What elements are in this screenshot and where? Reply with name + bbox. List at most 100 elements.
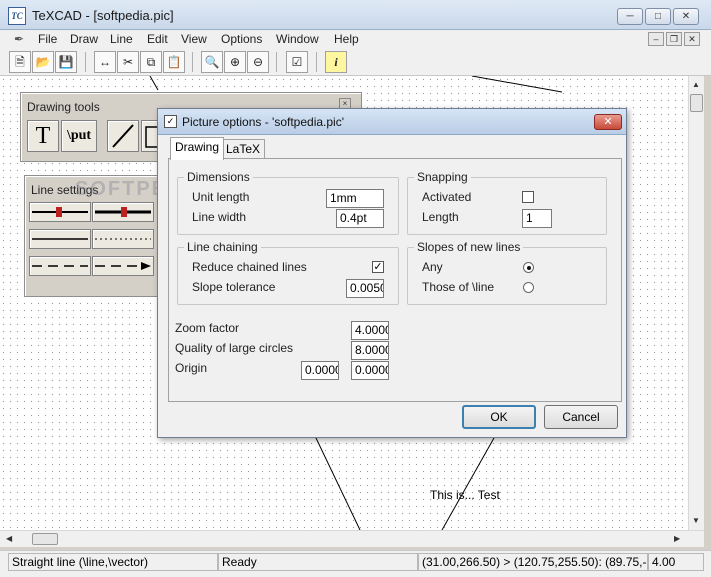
scroll-right-icon[interactable]: ▶ [674, 534, 680, 543]
text-tool-button[interactable]: T [27, 120, 59, 152]
menu-edit[interactable]: Edit [147, 31, 168, 47]
solid-line-icon [32, 238, 88, 240]
canvas-line[interactable] [441, 437, 495, 530]
status-zoom: 4.00 [648, 553, 704, 571]
window-title: TeXCAD - [softpedia.pic] [32, 8, 174, 23]
zoom-factor-input[interactable]: 4.0000 [351, 321, 389, 340]
canvas-line[interactable] [315, 437, 361, 530]
minimize-button[interactable]: ─ [617, 8, 643, 25]
cut-line-icon: ↔ [99, 55, 111, 69]
close-icon: × [342, 99, 348, 108]
open-file-button[interactable]: 📂 [32, 51, 54, 73]
save-file-button[interactable]: 💾 [55, 51, 77, 73]
menu-options[interactable]: Options [221, 31, 262, 47]
close-icon: ✕ [681, 11, 691, 22]
info-button[interactable]: i [325, 51, 347, 73]
snapping-activated-checkbox[interactable] [522, 191, 534, 203]
mdi-close-button[interactable]: ✕ [684, 32, 700, 46]
toolbar-separator [85, 52, 86, 72]
cut-line-button[interactable]: ↔ [94, 51, 116, 73]
document-system-icon[interactable]: ✒ [14, 31, 30, 47]
thick-line-style-button[interactable] [29, 202, 91, 222]
reduce-chained-lines-checkbox[interactable]: ✓ [372, 261, 384, 273]
maximize-icon: □ [654, 11, 662, 22]
copy-button[interactable]: ⧉ [140, 51, 162, 73]
dialog-check-icon: ✓ [164, 115, 177, 128]
dialog-title-bar[interactable]: ✓ Picture options - 'softpedia.pic' ✕ [158, 109, 626, 135]
status-mode: Straight line (\line,\vector) [8, 553, 218, 571]
line-width-input[interactable]: 0.4pt [336, 209, 384, 228]
line-tool-button[interactable] [107, 120, 139, 152]
paste-button[interactable]: 📋 [163, 51, 185, 73]
thin-line-style-button[interactable] [92, 202, 154, 222]
maximize-button[interactable]: □ [645, 8, 671, 25]
status-bar: Straight line (\line,\vector) Ready (31.… [0, 550, 711, 577]
horizontal-scrollbar[interactable]: ◀ ▶ [0, 530, 704, 547]
cut-button[interactable]: ✂ [117, 51, 139, 73]
scissors-icon: ✂ [122, 55, 134, 69]
scroll-left-icon[interactable]: ◀ [6, 534, 12, 543]
picture-options-dialog[interactable]: ✓ Picture options - 'softpedia.pic' ✕ Dr… [157, 108, 627, 438]
line-chaining-group: Line chaining Reduce chained lines ✓ Slo… [177, 240, 399, 305]
dialog-close-button[interactable]: ✕ [594, 114, 622, 130]
dotted-line-icon [95, 238, 151, 240]
thick-line-icon [32, 207, 88, 217]
zoom-out-button[interactable]: ⊖ [247, 51, 269, 73]
tab-drawing[interactable]: Drawing [170, 137, 225, 160]
slope-line-radio[interactable] [523, 282, 534, 293]
origin-y-input[interactable]: 0.0000 [351, 361, 389, 380]
circle-quality-input[interactable]: 8.0000 [351, 341, 389, 360]
unit-length-input[interactable]: 1mm [326, 189, 384, 208]
canvas-line[interactable] [149, 76, 159, 91]
ok-button[interactable]: OK [462, 405, 536, 429]
horizontal-scroll-thumb[interactable] [32, 533, 58, 545]
zoom-in-button[interactable]: ⊕ [224, 51, 246, 73]
menu-draw[interactable]: Draw [70, 31, 98, 47]
dialog-title: Picture options - 'softpedia.pic' [182, 115, 344, 129]
vertical-scroll-thumb[interactable] [690, 94, 703, 112]
snapping-group: Snapping Activated Length 1 [407, 170, 607, 235]
scroll-down-icon[interactable]: ▼ [692, 516, 700, 525]
open-folder-icon: 📂 [35, 55, 51, 69]
cancel-button[interactable]: Cancel [544, 405, 618, 429]
texcad-app-icon[interactable]: TC [8, 7, 26, 25]
dimensions-group: Dimensions Unit length 1mm Line width 0.… [177, 170, 399, 235]
mdi-restore-button[interactable]: ❐ [666, 32, 682, 46]
scroll-up-icon[interactable]: ▲ [692, 80, 700, 89]
dashed-line-icon [32, 265, 88, 267]
zoom-factor-label: Zoom factor [175, 321, 240, 335]
toolbar-separator [192, 52, 193, 72]
slope-line-label: Those of \line [422, 280, 495, 294]
status-state: Ready [218, 553, 418, 571]
origin-label: Origin [175, 361, 208, 375]
minimize-icon: ─ [626, 11, 634, 22]
mdi-minimize-button[interactable]: – [648, 32, 664, 46]
menu-file[interactable]: File [38, 31, 57, 47]
vector-line-style-button[interactable] [92, 256, 154, 276]
tab-latex[interactable]: LaTeX [221, 139, 266, 159]
menu-line[interactable]: Line [110, 31, 133, 47]
new-file-button[interactable]: 🗎 [9, 51, 31, 73]
zoom-preview-icon: 🔍 [204, 55, 220, 69]
canvas-line[interactable] [471, 76, 563, 93]
solid-line-style-button[interactable] [29, 229, 91, 249]
slope-tolerance-input[interactable]: 0.0050 [346, 279, 384, 298]
menu-help[interactable]: Help [334, 31, 359, 47]
menu-window[interactable]: Window [276, 31, 319, 47]
dashed-line-style-button[interactable] [29, 256, 91, 276]
slopes-group: Slopes of new lines Any Those of \line [407, 240, 607, 305]
origin-x-input[interactable]: 0.0000 [301, 361, 339, 380]
properties-button[interactable]: ☑ [286, 51, 308, 73]
vertical-scrollbar[interactable]: ▲ ▼ [688, 76, 704, 530]
canvas-text-object[interactable]: This is... Test [430, 488, 500, 502]
unit-length-label: Unit length [192, 190, 250, 204]
slope-any-radio[interactable] [523, 262, 534, 273]
menu-view[interactable]: View [181, 31, 207, 47]
put-tool-button[interactable]: \put [61, 120, 97, 152]
snapping-title: Snapping [414, 170, 471, 184]
close-window-button[interactable]: ✕ [673, 8, 699, 25]
snapping-length-input[interactable]: 1 [522, 209, 552, 228]
zoom-out-icon: ⊖ [252, 55, 264, 69]
zoom-preview-button[interactable]: 🔍 [201, 51, 223, 73]
dotted-line-style-button[interactable] [92, 229, 154, 249]
